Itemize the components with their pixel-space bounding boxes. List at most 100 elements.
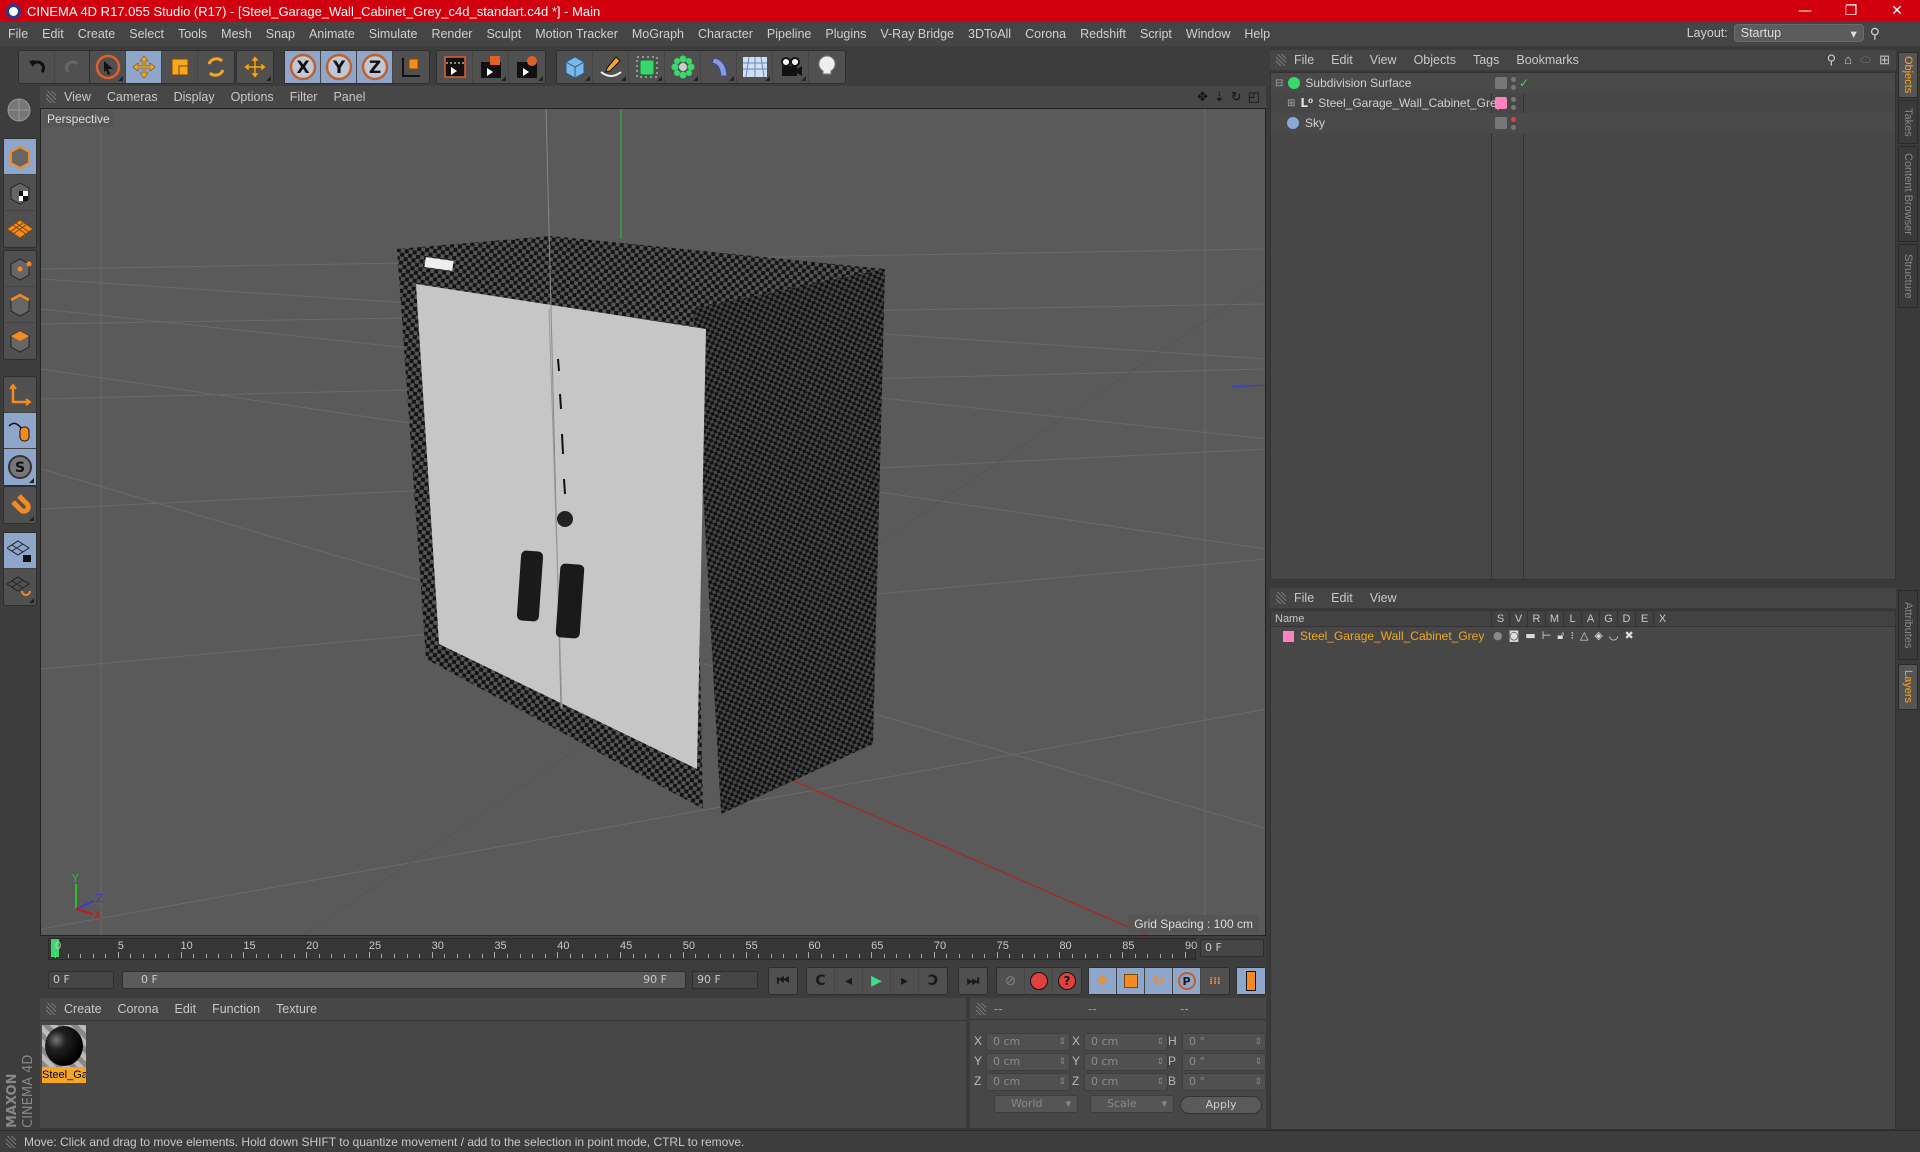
coordinate-system-icon[interactable] <box>393 51 429 83</box>
menu-vray-bridge[interactable]: V-Ray Bridge <box>880 27 954 41</box>
visibility-dots[interactable] <box>1511 76 1516 90</box>
z-axis-icon[interactable]: Z <box>357 51 393 83</box>
rotate-icon[interactable] <box>198 51 234 83</box>
collapse-icon[interactable]: ⊟ <box>1275 78 1283 89</box>
record-help-icon[interactable]: ? <box>1053 968 1081 994</box>
filter-icon[interactable]: ⬭ <box>1860 52 1871 68</box>
frame-range-slider[interactable]: 0 F 90 F <box>122 971 686 989</box>
current-frame-field[interactable]: 0 F <box>1200 939 1264 957</box>
key-point-level-icon[interactable]: ⁞⁞⁞ <box>1201 968 1229 994</box>
close-icon[interactable]: ✕ <box>1874 0 1920 22</box>
menu-file[interactable]: File <box>8 27 28 41</box>
editor-visibility-icon[interactable] <box>1495 77 1507 89</box>
snap-magnet-icon[interactable] <box>4 487 36 523</box>
column-solo[interactable]: S <box>1491 611 1509 627</box>
viewport-menu-filter[interactable]: Filter <box>290 90 318 104</box>
maximize-icon[interactable]: ❐ <box>1828 0 1874 22</box>
om-menu-view[interactable]: View <box>1370 53 1397 67</box>
menu-motion-tracker[interactable]: Motion Tracker <box>535 27 618 41</box>
menu-mograph[interactable]: MoGraph <box>632 27 684 41</box>
viewport-menu-view[interactable]: View <box>64 90 91 104</box>
redo-icon[interactable] <box>55 51 91 83</box>
cloner-icon[interactable] <box>665 51 701 83</box>
generators-toggle-icon[interactable]: △ <box>1580 629 1588 643</box>
om-menu-tags[interactable]: Tags <box>1473 53 1499 67</box>
column-generators[interactable]: G <box>1599 611 1617 627</box>
step-back-icon[interactable]: ◂ <box>835 968 863 994</box>
previous-key-icon[interactable]: C <box>807 968 835 994</box>
material-swatch[interactable]: Steel_Ga <box>42 1025 86 1083</box>
menu-create[interactable]: Create <box>78 27 116 41</box>
menu-select[interactable]: Select <box>129 27 164 41</box>
size-y-field[interactable]: 0 cm <box>1084 1053 1168 1071</box>
panel-grip-icon[interactable] <box>1276 592 1286 604</box>
viewport-menu-panel[interactable]: Panel <box>333 90 365 104</box>
texture-mode-icon[interactable] <box>4 175 36 211</box>
panel-grip-icon[interactable] <box>46 1003 56 1015</box>
tab-attributes[interactable]: Attributes <box>1898 590 1918 660</box>
menu-character[interactable]: Character <box>698 27 753 41</box>
play-icon[interactable]: ▶ <box>863 968 891 994</box>
column-expressions[interactable]: E <box>1635 611 1653 627</box>
menu-script[interactable]: Script <box>1140 27 1172 41</box>
move-last-icon[interactable] <box>237 51 273 83</box>
animation-toggle-icon[interactable]: ⁝ <box>1570 629 1574 643</box>
step-forward-icon[interactable]: ▸ <box>891 968 919 994</box>
workplane-icon[interactable] <box>3 92 35 128</box>
maximize-view-icon[interactable]: ◰ <box>1248 89 1260 105</box>
view-toggle-icon[interactable]: ◙ <box>1509 629 1520 643</box>
om-menu-file[interactable]: File <box>1294 53 1314 67</box>
undo-icon[interactable] <box>19 51 55 83</box>
render-picture-viewer-icon[interactable] <box>473 51 509 83</box>
xref-toggle-icon[interactable]: ✖ <box>1624 629 1633 643</box>
menu-mesh[interactable]: Mesh <box>221 27 252 41</box>
start-frame-field[interactable]: 0 F <box>48 971 114 989</box>
go-to-start-icon[interactable]: ⏮ <box>769 968 797 994</box>
column-deformers[interactable]: D <box>1617 611 1635 627</box>
layer-menu-edit[interactable]: Edit <box>1331 591 1353 605</box>
viewport-menu-cameras[interactable]: Cameras <box>107 90 158 104</box>
object-row[interactable]: ⊞ L⁰ Steel_Garage_Wall_Cabinet_Grey <box>1271 93 1895 113</box>
edges-mode-icon[interactable] <box>4 287 36 323</box>
menu-plugins[interactable]: Plugins <box>825 27 866 41</box>
tab-takes[interactable]: Takes <box>1898 100 1918 144</box>
workplane-rotate-icon[interactable] <box>4 569 36 605</box>
object-row[interactable]: Sky <box>1271 113 1895 133</box>
rot-b-field[interactable]: 0 ° <box>1182 1073 1266 1091</box>
tweak-icon[interactable] <box>4 413 36 449</box>
layer-color-icon[interactable] <box>1495 97 1507 109</box>
orbit-icon[interactable]: ↻ <box>1231 89 1242 105</box>
workplane-grid-icon[interactable] <box>4 211 36 247</box>
material-menu-function[interactable]: Function <box>212 1002 260 1016</box>
render-toggle-icon[interactable]: ▬ <box>1525 629 1535 643</box>
material-menu-edit[interactable]: Edit <box>175 1002 197 1016</box>
viewport-camera-label[interactable]: Perspective <box>43 111 114 127</box>
perspective-viewport[interactable]: Y Z X Perspective Grid Spacing : 100 cm <box>40 108 1266 936</box>
menu-animate[interactable]: Animate <box>309 27 355 41</box>
y-axis-icon[interactable]: Y <box>321 51 357 83</box>
solo-toggle-icon[interactable]: ● <box>1493 629 1503 643</box>
panel-grip-icon[interactable] <box>1276 54 1286 66</box>
layer-row[interactable]: Steel_Garage_Wall_Cabinet_Grey ● ◙ ▬ ⊢ 🔓… <box>1271 627 1895 645</box>
layer-name[interactable]: Steel_Garage_Wall_Cabinet_Grey <box>1300 629 1484 643</box>
key-position-icon[interactable]: ✥ <box>1089 968 1117 994</box>
go-to-end-icon[interactable]: ⏭ <box>959 968 987 994</box>
next-key-icon[interactable]: Ɔ <box>919 968 947 994</box>
select-icon[interactable] <box>90 51 126 83</box>
end-frame-field[interactable]: 90 F <box>692 971 758 989</box>
viewport-menu-display[interactable]: Display <box>174 90 215 104</box>
soft-selection-icon[interactable]: S <box>4 449 36 485</box>
layer-menu-file[interactable]: File <box>1294 591 1314 605</box>
visibility-dots[interactable] <box>1511 96 1516 110</box>
pan-icon[interactable]: ✥ <box>1197 89 1208 105</box>
material-menu-texture[interactable]: Texture <box>276 1002 317 1016</box>
tab-content-browser[interactable]: Content Browser <box>1898 146 1918 242</box>
rot-h-field[interactable]: 0 ° <box>1182 1033 1266 1051</box>
move-icon[interactable] <box>126 51 162 83</box>
menu-redshift[interactable]: Redshift <box>1080 27 1126 41</box>
object-name[interactable]: Subdivision Surface <box>1305 76 1411 90</box>
render-settings-icon[interactable] <box>509 51 545 83</box>
menu-render[interactable]: Render <box>431 27 472 41</box>
model-mode-icon[interactable] <box>4 139 36 175</box>
floor-icon[interactable] <box>737 51 773 83</box>
